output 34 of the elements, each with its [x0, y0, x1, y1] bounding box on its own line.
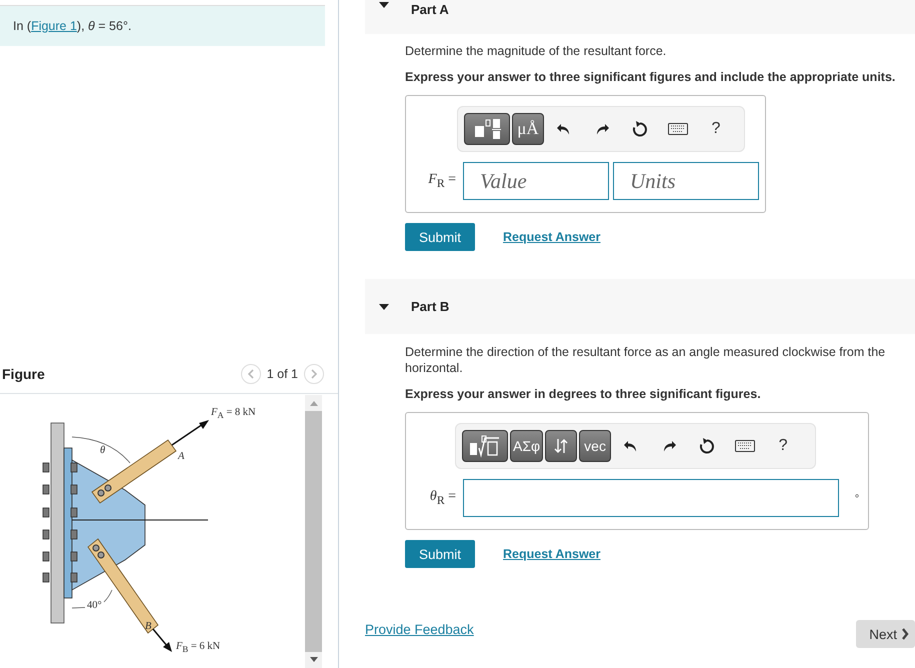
unit-label: °	[855, 492, 859, 504]
feedback-link[interactable]: Provide Feedback	[365, 622, 474, 636]
figure-link[interactable]: Figure 1	[31, 18, 77, 33]
page-counter: 1 of 1	[266, 367, 298, 382]
figure-label: θ	[100, 445, 106, 456]
figure-label: A	[178, 451, 184, 462]
figure-label: B	[145, 621, 152, 632]
request-answer-link[interactable]: Request Answer	[503, 230, 600, 244]
help-button[interactable]: ?	[698, 113, 734, 145]
answer-label: F$_{R}$ =	[427, 172, 457, 190]
question-text: Determine the magnitude of the resultant force.	[405, 43, 668, 59]
part-header[interactable]: Part A	[365, 0, 915, 34]
part-title: Part A	[411, 2, 449, 17]
question-text: Determine the direction of the resultant force as an angle measured clockwise from the horizontal.	[405, 344, 886, 376]
symbol-button[interactable]: vec	[579, 430, 612, 462]
figure-label: F$_{B}$ = 6 kN	[176, 641, 220, 654]
figure-title: Figure	[1, 366, 45, 382]
symbol-button[interactable]: ΑΣφ	[510, 430, 544, 462]
instruction-text: Express your answer in degrees to three significant figures.	[405, 387, 762, 401]
instruction-text: Express your answer to three significant figures and include the appropriate units.	[405, 70, 896, 84]
submit-button[interactable]: Submit	[405, 223, 475, 251]
symbol-button[interactable]: μÅ	[512, 113, 544, 145]
answer-label: θ$_{R}$ =	[428, 489, 457, 507]
problem-statement: In (Figure 1), θ = 56°.	[13, 18, 132, 33]
request-answer-link[interactable]: Request Answer	[503, 547, 600, 561]
figure-label: F$_{A}$ = 8 kN	[211, 407, 256, 420]
part-title: Part B	[411, 299, 450, 314]
answer-field[interactable]: Value	[463, 162, 609, 200]
next-button[interactable]: Next	[856, 620, 915, 648]
units-field[interactable]: Units	[613, 162, 759, 200]
submit-button[interactable]: Submit	[405, 540, 475, 568]
part-header[interactable]: Part B	[365, 279, 915, 334]
figure-label: 40°	[87, 600, 102, 611]
help-button[interactable]: ?	[765, 430, 802, 462]
